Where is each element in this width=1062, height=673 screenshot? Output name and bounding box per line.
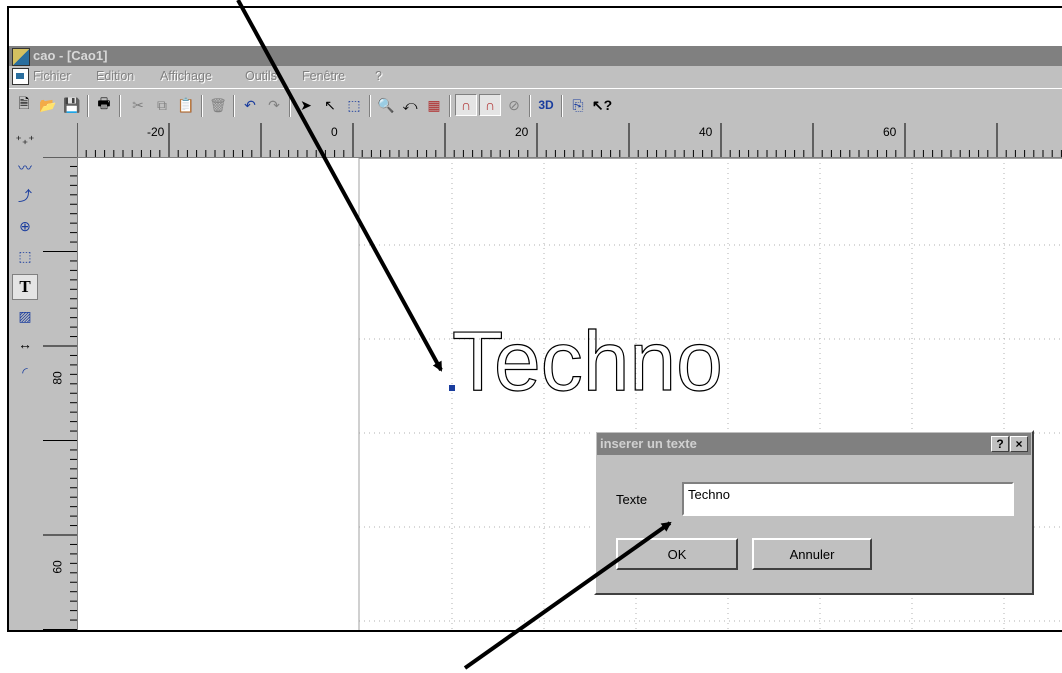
horizontal-ruler-ticks bbox=[77, 123, 1062, 157]
fillet-tool-icon[interactable]: ◜ bbox=[12, 359, 38, 385]
select-arrow-icon[interactable]: ➤ bbox=[295, 94, 317, 116]
dimension-tool-icon[interactable]: ↔ bbox=[12, 331, 38, 357]
toolbar-separator bbox=[201, 95, 203, 117]
toolbar-separator bbox=[289, 95, 291, 117]
ruler-label: 40 bbox=[699, 125, 713, 139]
insertion-point-marker bbox=[449, 385, 455, 391]
ruler-label: 60 bbox=[50, 560, 65, 574]
app-icon bbox=[12, 48, 30, 66]
ruler-label: 80 bbox=[50, 371, 65, 385]
select-curve-icon[interactable]: ↖ bbox=[319, 94, 341, 116]
toolbar-separator bbox=[87, 95, 89, 117]
zoom-window-icon[interactable]: ⬚ bbox=[343, 94, 365, 116]
dialog-close-button[interactable]: × bbox=[1010, 436, 1028, 452]
ruler-corner bbox=[43, 123, 77, 157]
circle-tool-icon[interactable]: ⊕ bbox=[12, 213, 38, 239]
copy-icon[interactable]: ⧉ bbox=[151, 94, 173, 116]
texte-label: Texte bbox=[616, 492, 648, 507]
menu-fenetre[interactable]: Fenêtre bbox=[302, 69, 345, 83]
toolbar-separator bbox=[119, 95, 121, 117]
vertical-ruler: 80 60 bbox=[43, 157, 78, 630]
print-icon[interactable]: 🖶 bbox=[93, 94, 115, 116]
toolbar-separator bbox=[529, 95, 531, 117]
context-help-icon[interactable]: ↖? bbox=[591, 94, 613, 116]
ruler-label: 0 bbox=[331, 125, 338, 139]
curve-tool-icon[interactable]: ⤴ bbox=[12, 183, 38, 209]
annuler-button[interactable]: Annuler bbox=[752, 538, 872, 570]
toolbar-separator bbox=[233, 95, 235, 117]
snap-point-icon[interactable]: ∩ bbox=[479, 94, 501, 116]
points-tool-icon[interactable]: ⁺₊⁺ bbox=[12, 127, 38, 153]
ruler-label: 20 bbox=[515, 125, 529, 139]
ok-button[interactable]: OK bbox=[616, 538, 738, 570]
window-title: cao - [Cao1] bbox=[33, 48, 108, 63]
menu-help[interactable]: ? bbox=[375, 69, 382, 83]
redo-icon[interactable]: ↷ bbox=[263, 94, 285, 116]
drawing-tools-palette: ⁺₊⁺ 〰 ⤴ ⊕ ⬚ T ▨ ↔ ◜ bbox=[9, 123, 44, 630]
title-bar: cao - [Cao1] bbox=[9, 46, 1062, 66]
dialog-help-button[interactable]: ? bbox=[991, 436, 1009, 452]
insert-text-dialog: inserer un texte ? × Texte OK Annuler bbox=[594, 430, 1034, 595]
document-icon[interactable] bbox=[12, 68, 29, 85]
ruler-label: 60 bbox=[883, 125, 897, 139]
menu-fichier[interactable]: Fichier bbox=[33, 69, 71, 83]
undo-icon[interactable]: ↶ bbox=[239, 94, 261, 116]
new-document-icon[interactable]: 🗎 bbox=[13, 94, 35, 116]
polyline-tool-icon[interactable]: 〰 bbox=[12, 155, 38, 181]
zoom-previous-icon[interactable]: ⤺ bbox=[399, 94, 421, 116]
vertical-ruler-ticks bbox=[43, 157, 77, 630]
zoom-in-icon[interactable]: 🔍 bbox=[375, 94, 397, 116]
toolbar-separator bbox=[369, 95, 371, 117]
snap-grid-icon[interactable]: ∩ bbox=[455, 94, 477, 116]
toolbar-separator bbox=[449, 95, 451, 117]
dialog-title: inserer un texte bbox=[600, 436, 697, 451]
ruler-label: -20 bbox=[147, 125, 165, 139]
texte-input[interactable] bbox=[682, 482, 1014, 516]
text-tool-icon[interactable]: T bbox=[12, 274, 38, 300]
export-icon[interactable]: ⎘ bbox=[567, 94, 589, 116]
horizontal-ruler: -20 0 20 40 60 bbox=[77, 123, 1062, 158]
three-d-view-button[interactable]: 3D bbox=[535, 94, 557, 116]
menu-edition[interactable]: Edition bbox=[96, 69, 134, 83]
cut-icon[interactable]: ✂ bbox=[127, 94, 149, 116]
delete-icon[interactable]: 🗑 bbox=[207, 94, 229, 116]
zoom-all-icon[interactable]: ▦ bbox=[423, 94, 445, 116]
menu-bar: Fichier Edition Affichage Outils Fenêtre… bbox=[9, 66, 1062, 86]
save-icon[interactable]: 💾 bbox=[61, 94, 83, 116]
hatch-tool-icon[interactable]: ▨ bbox=[12, 303, 38, 329]
menu-outils[interactable]: Outils bbox=[245, 69, 277, 83]
open-folder-icon[interactable]: 📂 bbox=[37, 94, 59, 116]
main-toolbar: 🗎 📂 💾 🖶 ✂ ⧉ 📋 🗑 ↶ ↷ ➤ ↖ ⬚ 🔍 ⤺ ▦ ∩ ∩ ⊘ 3D… bbox=[9, 88, 1062, 124]
toolbar-separator bbox=[561, 95, 563, 117]
snap-object-icon[interactable]: ⊘ bbox=[503, 94, 525, 116]
rectangle-tool-icon[interactable]: ⬚ bbox=[12, 243, 38, 269]
screenshot-frame: cao - [Cao1] Fichier Edition Affichage O… bbox=[7, 6, 1062, 632]
dialog-title-bar: inserer un texte ? × bbox=[597, 433, 1031, 455]
menu-affichage[interactable]: Affichage bbox=[160, 69, 212, 83]
canvas-text-techno: Techno bbox=[452, 314, 723, 408]
paste-icon[interactable]: 📋 bbox=[175, 94, 197, 116]
